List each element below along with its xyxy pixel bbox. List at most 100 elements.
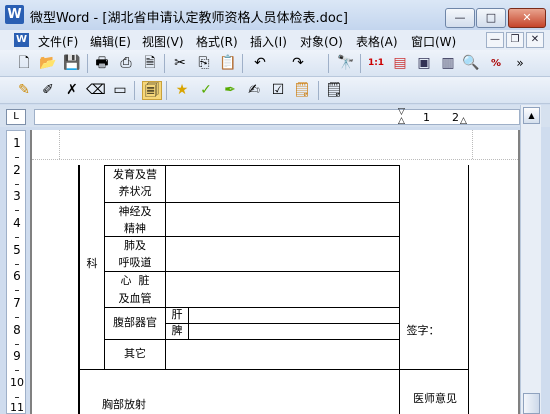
vruler-number: 2: [13, 163, 21, 177]
table-border: [78, 165, 80, 414]
chest-xray-label: 胸部放射: [102, 398, 146, 411]
document-menu-icon[interactable]: W: [14, 33, 29, 47]
paste-icon[interactable]: 📋: [218, 54, 238, 73]
section-label: 科: [86, 257, 98, 270]
vertical-scrollbar[interactable]: ▲: [520, 105, 541, 414]
toolbar-separator: [134, 81, 135, 100]
toolbar-separator: [87, 54, 88, 73]
vruler-number: 5: [13, 243, 21, 257]
print-preview-icon[interactable]: 🗎: [140, 54, 160, 73]
copy-icon[interactable]: ⎘: [194, 54, 214, 73]
doc-minimize-button[interactable]: —: [486, 32, 504, 48]
margin-guide: [32, 159, 518, 160]
track-changes-icon[interactable]: 🗐: [142, 81, 162, 100]
pdf-export-icon[interactable]: ⎙: [116, 54, 136, 73]
save-icon[interactable]: 💾: [62, 54, 82, 73]
row-label: 神经及: [118, 205, 152, 218]
row-label: 及血管: [118, 292, 152, 305]
percent-icon[interactable]: %: [486, 54, 506, 73]
doc-close-button[interactable]: ✕: [526, 32, 544, 48]
row-label: 其它: [124, 347, 146, 360]
insert-table-icon[interactable]: ▤: [390, 54, 410, 73]
menu-format[interactable]: 格式(R): [196, 33, 238, 50]
redo-icon[interactable]: ↷: [288, 54, 308, 73]
blank-page-icon[interactable]: ▭: [110, 81, 130, 100]
word-app-icon[interactable]: W: [5, 5, 24, 24]
edit-note-icon[interactable]: ✎: [14, 81, 34, 100]
app-window: W 微型Word - [湖北省申请认定教师资格人员体检表.doc] — □ ✕ …: [0, 0, 550, 414]
vruler-tick: [15, 237, 19, 238]
columns-icon[interactable]: ▥: [438, 54, 458, 73]
page-number-icon[interactable]: 1:1: [366, 54, 386, 73]
toolbar-separator: [360, 54, 361, 73]
title-bar[interactable]: W 微型Word - [湖北省申请认定教师资格人员体检表.doc] — □ ✕: [0, 0, 550, 30]
undo-icon[interactable]: ↶: [250, 54, 270, 73]
menu-bar: W 文件(F) 编辑(E) 视图(V) 格式(R) 插入(I) 对象(O) 表格…: [0, 30, 550, 50]
row-label: 养状况: [118, 185, 152, 198]
open-folder-icon[interactable]: 📂: [38, 54, 58, 73]
vruler-number: 3: [13, 189, 21, 203]
minimize-button[interactable]: —: [445, 8, 475, 28]
horizontal-ruler[interactable]: ▽ △ 1 2 △: [34, 107, 520, 126]
vruler-tick: [15, 370, 19, 371]
right-indent-marker[interactable]: △: [460, 116, 467, 126]
scroll-up-arrow-icon[interactable]: ▲: [523, 107, 540, 124]
vruler-number: 6: [13, 269, 21, 283]
organ-spleen-label: 脾: [171, 324, 183, 337]
vruler-number: 10: [10, 376, 24, 389]
vruler-tick: [15, 184, 19, 185]
toolbar-separator: [164, 54, 165, 73]
marker-icon[interactable]: ✒: [220, 81, 240, 100]
insert-textbox-icon[interactable]: ▣: [414, 54, 434, 73]
vruler-tick: [15, 157, 19, 158]
vertical-ruler[interactable]: 1 2 3 4 5 6 7 8 9 10 11: [6, 130, 26, 414]
ruler-number: 2: [452, 111, 459, 124]
left-indent-marker[interactable]: △: [398, 116, 405, 126]
vruler-tick: [15, 290, 19, 291]
menu-insert[interactable]: 插入(I): [250, 33, 287, 50]
toolbar-separator: [166, 81, 167, 100]
vruler-tick: [15, 397, 19, 398]
zoom-icon[interactable]: 🔍: [461, 54, 481, 73]
toolbar-separator: [242, 54, 243, 73]
review-icon[interactable]: 🗒: [292, 81, 312, 100]
table-border: [165, 323, 400, 324]
vruler-tick: [15, 210, 19, 211]
document-area: 科 发育及营 养状况 神经及 精神 肺及 呼吸道 心 脏 及血管 腹部器官 肝 …: [30, 130, 520, 414]
star-pen-icon[interactable]: ★: [172, 81, 192, 100]
table-border: [468, 165, 469, 414]
tab-stop-selector[interactable]: L: [6, 109, 26, 125]
row-label: 腹部器官: [113, 316, 157, 329]
menu-table[interactable]: 表格(A): [356, 33, 398, 50]
row-label: 肺及: [124, 239, 146, 252]
vruler-number: 9: [13, 349, 21, 363]
green-pen-icon[interactable]: ✓: [196, 81, 216, 100]
doc-restore-button[interactable]: ❐: [506, 32, 524, 48]
print-icon[interactable]: 🖶: [92, 54, 112, 73]
menu-window[interactable]: 窗口(W): [411, 33, 456, 50]
maximize-button[interactable]: □: [476, 8, 506, 28]
vruler-number: 7: [13, 296, 21, 310]
document-page[interactable]: 科 发育及营 养状况 神经及 精神 肺及 呼吸道 心 脏 及血管 腹部器官 肝 …: [32, 130, 518, 414]
scroll-thumb[interactable]: [523, 393, 540, 414]
menu-file[interactable]: 文件(F): [38, 33, 78, 50]
review-toolbar: ✎ ✐ ✗ ⌫ ▭ 🗐 ★ ✓ ✒ ✍ ☑ 🗒 🗒: [0, 77, 550, 104]
cut-icon[interactable]: ✂: [170, 54, 190, 73]
accept-icon[interactable]: ☑: [268, 81, 288, 100]
organ-liver-label: 肝: [171, 308, 183, 321]
reviewing-pane-icon[interactable]: 🗒: [324, 81, 344, 100]
menu-edit[interactable]: 编辑(E): [90, 33, 131, 50]
erase-icon[interactable]: ✗: [62, 81, 82, 100]
new-document-icon[interactable]: 🗋: [14, 54, 34, 73]
menu-view[interactable]: 视图(V): [142, 33, 184, 50]
find-icon[interactable]: 🔭: [336, 54, 356, 73]
highlighter-icon[interactable]: ✍: [244, 81, 264, 100]
table-border: [104, 339, 400, 340]
window-title: 微型Word - [湖北省申请认定教师资格人员体检表.doc]: [30, 11, 348, 26]
clear-icon[interactable]: ⌫: [86, 81, 106, 100]
close-button[interactable]: ✕: [508, 8, 546, 28]
menu-object[interactable]: 对象(O): [300, 33, 343, 50]
toolbar-overflow-icon[interactable]: »: [510, 54, 530, 73]
table-border: [104, 307, 400, 308]
pencil-icon[interactable]: ✐: [38, 81, 58, 100]
